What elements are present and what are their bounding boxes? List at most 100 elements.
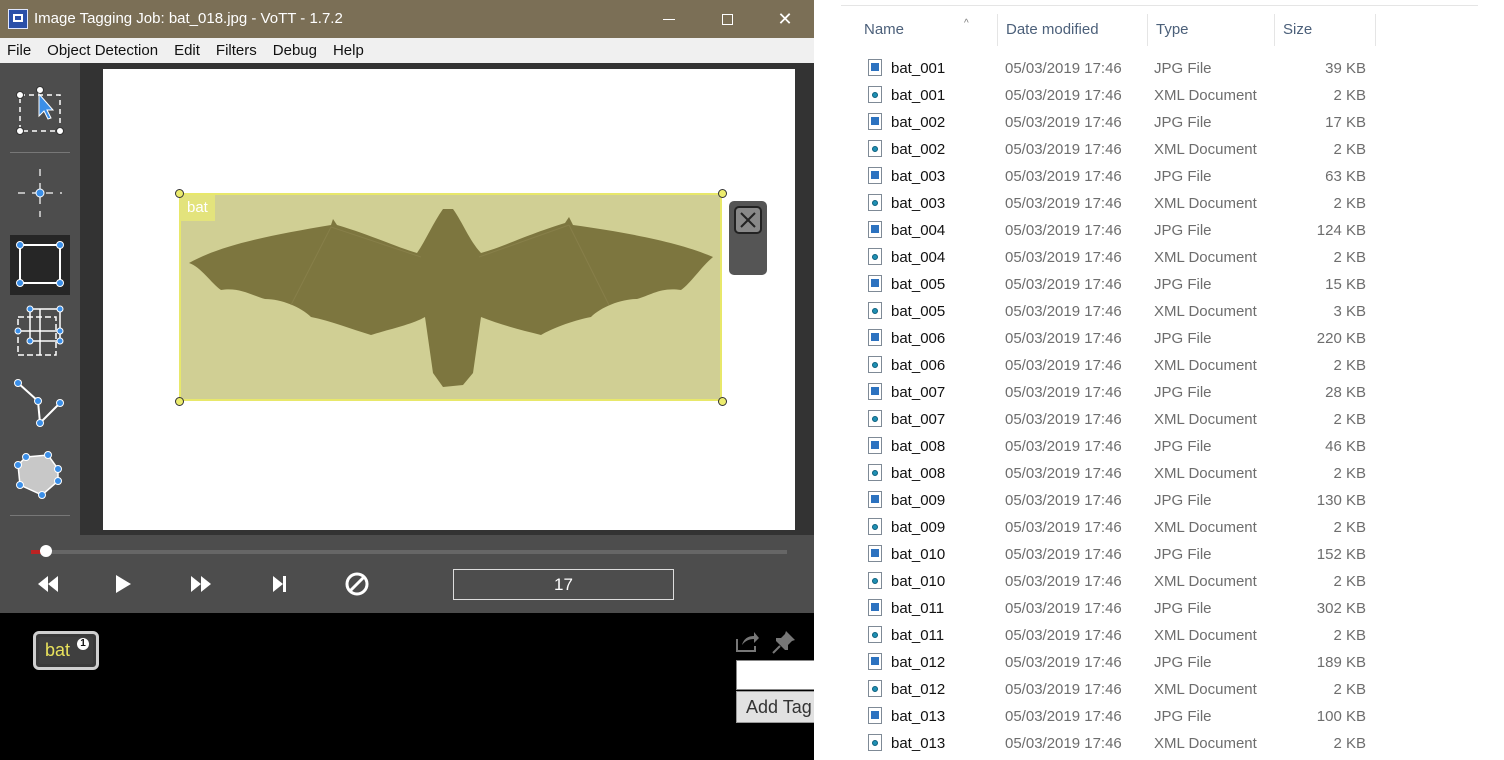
file-date: 05/03/2019 17:46 [1005, 222, 1122, 239]
explorer-divider [841, 5, 1478, 6]
vott-window: Image Tagging Job: bat_018.jpg - VoTT - … [0, 0, 814, 760]
play-button[interactable] [109, 570, 137, 598]
clear-region-button[interactable] [343, 570, 371, 598]
file-type: JPG File [1154, 114, 1212, 131]
export-tags-button[interactable] [734, 629, 760, 655]
tag-chip-bat[interactable]: bat 1 [33, 631, 99, 670]
file-date: 05/03/2019 17:46 [1005, 384, 1122, 401]
copy-rectangle-tool[interactable] [10, 303, 70, 363]
frame-slider[interactable] [31, 545, 787, 557]
add-tag-button[interactable]: Add Tag [736, 691, 814, 723]
polyline-tool[interactable] [10, 373, 70, 433]
region-handle-top-left[interactable] [175, 189, 184, 198]
file-row[interactable]: bat_002 05/03/2019 17:46 JPG File 17 KB [866, 109, 1386, 136]
file-row[interactable]: bat_012 05/03/2019 17:46 XML Document 2 KB [866, 676, 1386, 703]
frame-slider-thumb[interactable] [40, 545, 53, 557]
select-tool[interactable] [10, 83, 70, 143]
file-date: 05/03/2019 17:46 [1005, 573, 1122, 590]
file-size: 3 KB [1333, 303, 1366, 320]
file-row[interactable]: bat_008 05/03/2019 17:46 XML Document 2 KB [866, 460, 1386, 487]
column-name-header[interactable]: ^ Name [856, 14, 998, 46]
file-type: XML Document [1154, 681, 1257, 698]
file-row[interactable]: bat_004 05/03/2019 17:46 JPG File 124 KB [866, 217, 1386, 244]
file-row[interactable]: bat_006 05/03/2019 17:46 JPG File 220 KB [866, 325, 1386, 352]
file-row[interactable]: bat_012 05/03/2019 17:46 JPG File 189 KB [866, 649, 1386, 676]
file-row[interactable]: bat_007 05/03/2019 17:46 JPG File 28 KB [866, 379, 1386, 406]
column-size-label: Size [1283, 21, 1313, 38]
pin-tag-button[interactable] [771, 629, 797, 655]
menu-bar: File Object Detection Edit Filters Debug… [0, 38, 814, 63]
image-file-icon [868, 329, 882, 346]
image-file-icon [868, 707, 882, 724]
file-size: 28 KB [1325, 384, 1366, 401]
column-size-header[interactable]: Size [1275, 14, 1376, 46]
file-size: 2 KB [1333, 87, 1366, 104]
file-size: 2 KB [1333, 627, 1366, 644]
file-row[interactable]: bat_001 05/03/2019 17:46 JPG File 39 KB [866, 55, 1386, 82]
menu-debug[interactable]: Debug [265, 42, 325, 59]
file-row[interactable]: bat_003 05/03/2019 17:46 XML Document 2 KB [866, 190, 1386, 217]
file-type: JPG File [1154, 384, 1212, 401]
file-row[interactable]: bat_005 05/03/2019 17:46 JPG File 15 KB [866, 271, 1386, 298]
file-size: 302 KB [1316, 600, 1366, 617]
file-row[interactable]: bat_006 05/03/2019 17:46 XML Document 2 KB [866, 352, 1386, 379]
file-row[interactable]: bat_002 05/03/2019 17:46 XML Document 2 KB [866, 136, 1386, 163]
minimize-button[interactable] [640, 0, 698, 38]
column-separator[interactable] [1375, 14, 1376, 46]
file-row[interactable]: bat_007 05/03/2019 17:46 XML Document 2 KB [866, 406, 1386, 433]
next-frame-button[interactable] [187, 570, 215, 598]
menu-file[interactable]: File [0, 42, 39, 59]
file-row[interactable]: bat_008 05/03/2019 17:46 JPG File 46 KB [866, 433, 1386, 460]
point-tool[interactable] [10, 163, 70, 223]
sort-ascending-icon: ^ [964, 18, 969, 29]
file-row[interactable]: bat_011 05/03/2019 17:46 XML Document 2 KB [866, 622, 1386, 649]
new-tag-input[interactable] [736, 660, 814, 690]
polygon-tool[interactable] [10, 443, 70, 503]
close-button[interactable]: ✕ [756, 0, 814, 38]
region-actions-panel [729, 201, 767, 275]
region-handle-top-right[interactable] [718, 189, 727, 198]
file-row[interactable]: bat_005 05/03/2019 17:46 XML Document 3 KB [866, 298, 1386, 325]
bounding-box-region[interactable] [179, 193, 722, 401]
file-name: bat_007 [891, 384, 946, 401]
column-type-header[interactable]: Type [1148, 14, 1275, 46]
file-date: 05/03/2019 17:46 [1005, 627, 1122, 644]
file-type: XML Document [1154, 357, 1257, 374]
column-name-label: Name [864, 21, 905, 38]
file-name: bat_010 [891, 546, 946, 563]
file-row[interactable]: bat_011 05/03/2019 17:46 JPG File 302 KB [866, 595, 1386, 622]
region-handle-bottom-left[interactable] [175, 397, 184, 406]
frame-number-input[interactable]: 17 [453, 569, 674, 600]
menu-help[interactable]: Help [325, 42, 372, 59]
menu-object-detection[interactable]: Object Detection [39, 42, 166, 59]
file-type: XML Document [1154, 411, 1257, 428]
point-icon [18, 169, 62, 217]
file-date: 05/03/2019 17:46 [1005, 465, 1122, 482]
close-icon [740, 212, 756, 228]
previous-frame-button[interactable] [34, 570, 62, 598]
file-name: bat_009 [891, 492, 946, 509]
column-date-header[interactable]: Date modified [998, 14, 1148, 46]
file-row[interactable]: bat_004 05/03/2019 17:46 XML Document 2 KB [866, 244, 1386, 271]
file-name: bat_005 [891, 303, 946, 320]
drawing-toolbar [0, 63, 80, 535]
file-row[interactable]: bat_009 05/03/2019 17:46 JPG File 130 KB [866, 487, 1386, 514]
file-name: bat_003 [891, 195, 946, 212]
menu-edit[interactable]: Edit [166, 42, 208, 59]
file-row[interactable]: bat_013 05/03/2019 17:46 JPG File 100 KB [866, 703, 1386, 730]
file-row[interactable]: bat_001 05/03/2019 17:46 XML Document 2 KB [866, 82, 1386, 109]
file-row[interactable]: bat_013 05/03/2019 17:46 XML Document 2 KB [866, 730, 1386, 757]
maximize-button[interactable] [698, 0, 756, 38]
skip-to-end-button[interactable] [266, 570, 294, 598]
region-handle-bottom-right[interactable] [718, 397, 727, 406]
file-row[interactable]: bat_003 05/03/2019 17:46 JPG File 63 KB [866, 163, 1386, 190]
menu-filters[interactable]: Filters [208, 42, 265, 59]
file-type: XML Document [1154, 141, 1257, 158]
file-type: JPG File [1154, 600, 1212, 617]
file-row[interactable]: bat_010 05/03/2019 17:46 XML Document 2 KB [866, 568, 1386, 595]
file-size: 124 KB [1316, 222, 1366, 239]
rectangle-tool[interactable] [10, 235, 70, 295]
file-row[interactable]: bat_010 05/03/2019 17:46 JPG File 152 KB [866, 541, 1386, 568]
delete-region-button[interactable] [734, 206, 762, 234]
file-row[interactable]: bat_009 05/03/2019 17:46 XML Document 2 KB [866, 514, 1386, 541]
